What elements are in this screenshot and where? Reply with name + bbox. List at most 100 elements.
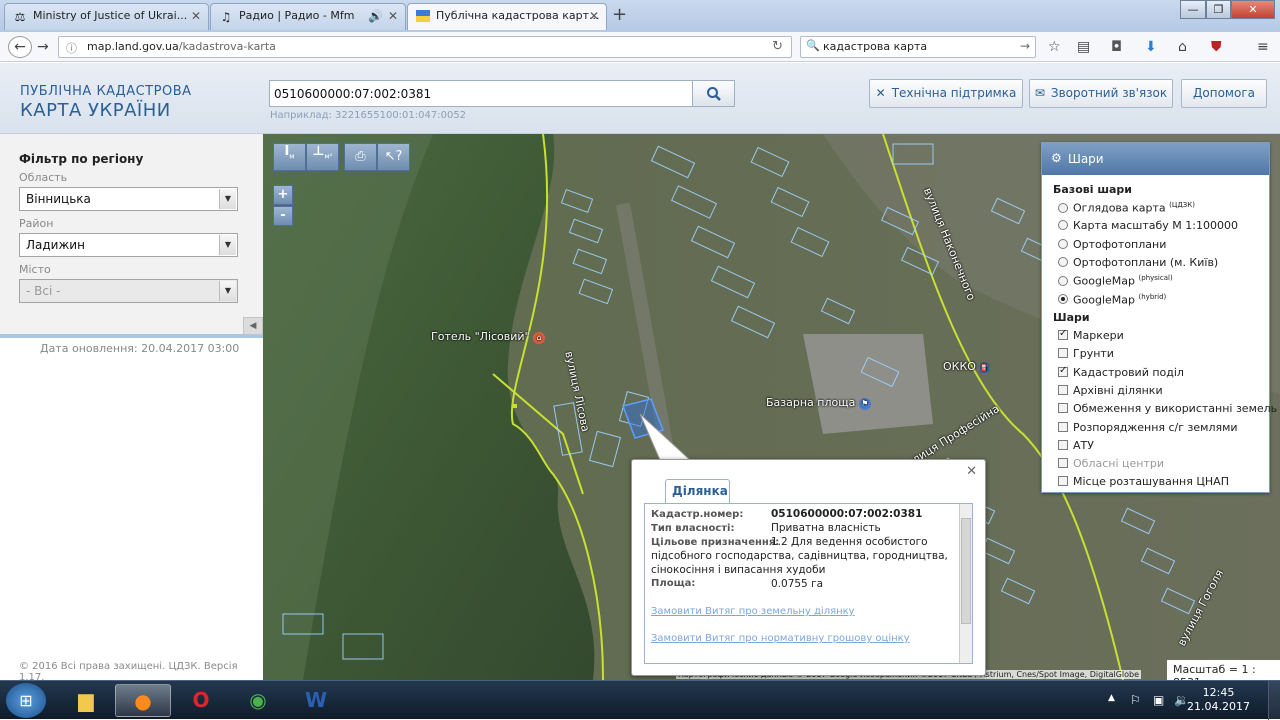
- show-hidden-icons[interactable]: ▲: [1108, 693, 1115, 703]
- base-layer-option[interactable]: Ортофотоплани (м. Київ): [1058, 256, 1218, 269]
- tab-cadastral-map[interactable]: Публічна кадастрова карт... ✕: [407, 3, 607, 30]
- overlay-layer-label: Грунти: [1073, 347, 1114, 361]
- chrome-taskbar-button[interactable]: ◉: [230, 684, 286, 717]
- reading-list-icon[interactable]: ▤: [1077, 39, 1090, 55]
- base-layer-option[interactable]: Ортофотоплани: [1058, 238, 1166, 251]
- clock-date: 21.04.2017: [1187, 700, 1250, 713]
- base-layer-option[interactable]: Карта масштабу М 1:100000: [1058, 219, 1238, 232]
- browser-search-box[interactable]: 🔍 кадастрова карта →: [800, 36, 1036, 58]
- go-arrow-icon[interactable]: →: [1020, 39, 1030, 53]
- district-select[interactable]: Ладижин ▼: [19, 233, 238, 257]
- addon-shield-icon[interactable]: ⛊: [1211, 39, 1222, 55]
- layers-header[interactable]: ⚙ Шари: [1042, 143, 1269, 175]
- radio-button[interactable]: [1058, 238, 1068, 249]
- overlay-layer-option[interactable]: Обмеження у використанні земель: [1058, 402, 1277, 415]
- print-button[interactable]: ⎙: [344, 143, 377, 171]
- word-taskbar-button[interactable]: W: [288, 684, 344, 717]
- checkbox[interactable]: [1058, 365, 1068, 377]
- firefox-taskbar-button[interactable]: ●: [115, 684, 171, 717]
- explorer-taskbar-button[interactable]: ▆: [58, 684, 114, 717]
- close-icon[interactable]: ✕: [966, 464, 977, 479]
- forward-arrow-icon[interactable]: →: [37, 39, 49, 55]
- overlay-layer-label: АТУ: [1073, 438, 1094, 452]
- base-layer-option[interactable]: Оглядова карта (ЦДЗК): [1058, 201, 1195, 215]
- zoom-out-button[interactable]: -: [273, 206, 293, 226]
- area-key: Площа:: [651, 578, 696, 589]
- cadastral-search-button[interactable]: [692, 80, 735, 107]
- city-value: - Всі -: [26, 284, 61, 298]
- region-select[interactable]: Вінницька ▼: [19, 187, 238, 211]
- radio-button[interactable]: [1058, 202, 1068, 213]
- home-icon[interactable]: ⌂: [1178, 39, 1187, 55]
- close-window-button[interactable]: ✕: [1231, 0, 1275, 19]
- checkbox[interactable]: [1058, 421, 1068, 432]
- radio-button[interactable]: [1058, 220, 1068, 231]
- tab-radio[interactable]: ♫ Радио | Радио - Mfm 🔊 ✕: [210, 3, 406, 30]
- speaker-icon[interactable]: 🔊: [368, 9, 383, 23]
- flag-icon[interactable]: ⚐: [1130, 693, 1141, 707]
- menu-icon[interactable]: ≡: [1257, 39, 1269, 55]
- start-button[interactable]: ⊞: [6, 683, 46, 718]
- zoom-in-button[interactable]: +: [273, 185, 293, 205]
- identify-button[interactable]: ↖?: [377, 143, 410, 171]
- chevron-down-icon[interactable]: ▼: [219, 235, 236, 255]
- collapse-panel-button[interactable]: ◀: [243, 317, 263, 335]
- close-tab-icon[interactable]: ✕: [589, 9, 599, 23]
- fuel-icon: ⛽: [979, 363, 991, 374]
- order-valuation-link[interactable]: Замовити Витяг про нормативну грошову оц…: [651, 633, 910, 644]
- feedback-button[interactable]: ✉ Зворотний зв'язок: [1029, 79, 1173, 108]
- radio-button[interactable]: [1058, 275, 1068, 286]
- tab-ministry-of-justice[interactable]: ⚖ Ministry of Justice of Ukrai... ✕: [4, 3, 209, 30]
- network-icon[interactable]: ▣: [1153, 693, 1164, 707]
- bookmark-star-icon[interactable]: ☆: [1048, 39, 1061, 55]
- help-button[interactable]: Допомога: [1181, 79, 1267, 108]
- checkbox[interactable]: [1058, 328, 1068, 340]
- measure-line-button[interactable]: Iм: [273, 143, 306, 171]
- parcel-tab[interactable]: Ділянка: [665, 479, 730, 503]
- info-icon[interactable]: ⓘ: [66, 40, 77, 56]
- opera-icon: O: [192, 688, 210, 712]
- maximize-button[interactable]: ❐: [1206, 0, 1231, 19]
- overlay-layer-option[interactable]: Місце розташування ЦНАП: [1058, 475, 1229, 488]
- tech-support-button[interactable]: ✕ Технічна підтримка: [869, 79, 1023, 108]
- popup-scrollbar[interactable]: [959, 504, 972, 663]
- hotel-icon: ⌂: [533, 332, 546, 344]
- order-extract-link[interactable]: Замовити Витяг про земельну ділянку: [651, 606, 855, 617]
- layers-title: Шари: [1068, 152, 1104, 166]
- close-tab-icon[interactable]: ✕: [388, 9, 398, 23]
- map-label-okko: ОККО ⛽: [943, 360, 991, 374]
- radio-button[interactable]: [1058, 294, 1068, 305]
- new-tab-button[interactable]: +: [612, 4, 627, 25]
- overlay-layer-option[interactable]: Маркери: [1058, 328, 1124, 342]
- scroll-thumb[interactable]: [961, 518, 971, 624]
- checkbox[interactable]: [1058, 348, 1068, 359]
- base-layer-option[interactable]: GoogleMap (physical): [1058, 274, 1173, 288]
- base-layers-heading: Базові шари: [1053, 183, 1133, 196]
- overlay-layer-option[interactable]: Архівні ділянки: [1058, 384, 1163, 397]
- checkbox[interactable]: [1058, 476, 1068, 487]
- checkbox[interactable]: [1058, 384, 1068, 395]
- measure-area-button[interactable]: ⊥м²: [306, 143, 339, 171]
- close-tab-icon[interactable]: ✕: [191, 9, 201, 23]
- overlay-layer-option[interactable]: АТУ: [1058, 439, 1094, 452]
- show-desktop-button[interactable]: [1268, 681, 1280, 720]
- overlay-layer-option[interactable]: Кадастровий поділ: [1058, 365, 1184, 379]
- opera-taskbar-button[interactable]: O: [173, 684, 229, 717]
- overlay-layer-option[interactable]: Грунти: [1058, 347, 1114, 360]
- download-icon[interactable]: ⬇: [1145, 39, 1157, 55]
- radio-button[interactable]: [1058, 256, 1068, 267]
- back-arrow-icon[interactable]: ←: [8, 36, 32, 58]
- base-layer-option[interactable]: GoogleMap (hybrid): [1058, 293, 1166, 306]
- address-bar[interactable]: ⓘ map.land.gov.ua/kadastrova-karta ↻: [58, 36, 792, 58]
- cadastral-number-input[interactable]: 0510600000:07:002:0381: [269, 80, 693, 107]
- chrome-icon: ◉: [249, 688, 267, 712]
- chevron-down-icon[interactable]: ▼: [219, 189, 236, 209]
- pocket-icon[interactable]: ◘: [1111, 39, 1122, 55]
- clock[interactable]: 12:45 21.04.2017: [1187, 686, 1250, 714]
- base-layer-sup: (physical): [1138, 274, 1173, 283]
- overlay-layer-option[interactable]: Розпорядження с/г землями: [1058, 421, 1238, 434]
- checkbox[interactable]: [1058, 439, 1068, 450]
- reload-icon[interactable]: ↻: [772, 39, 783, 54]
- checkbox[interactable]: [1058, 403, 1068, 414]
- minimize-button[interactable]: —: [1180, 0, 1206, 19]
